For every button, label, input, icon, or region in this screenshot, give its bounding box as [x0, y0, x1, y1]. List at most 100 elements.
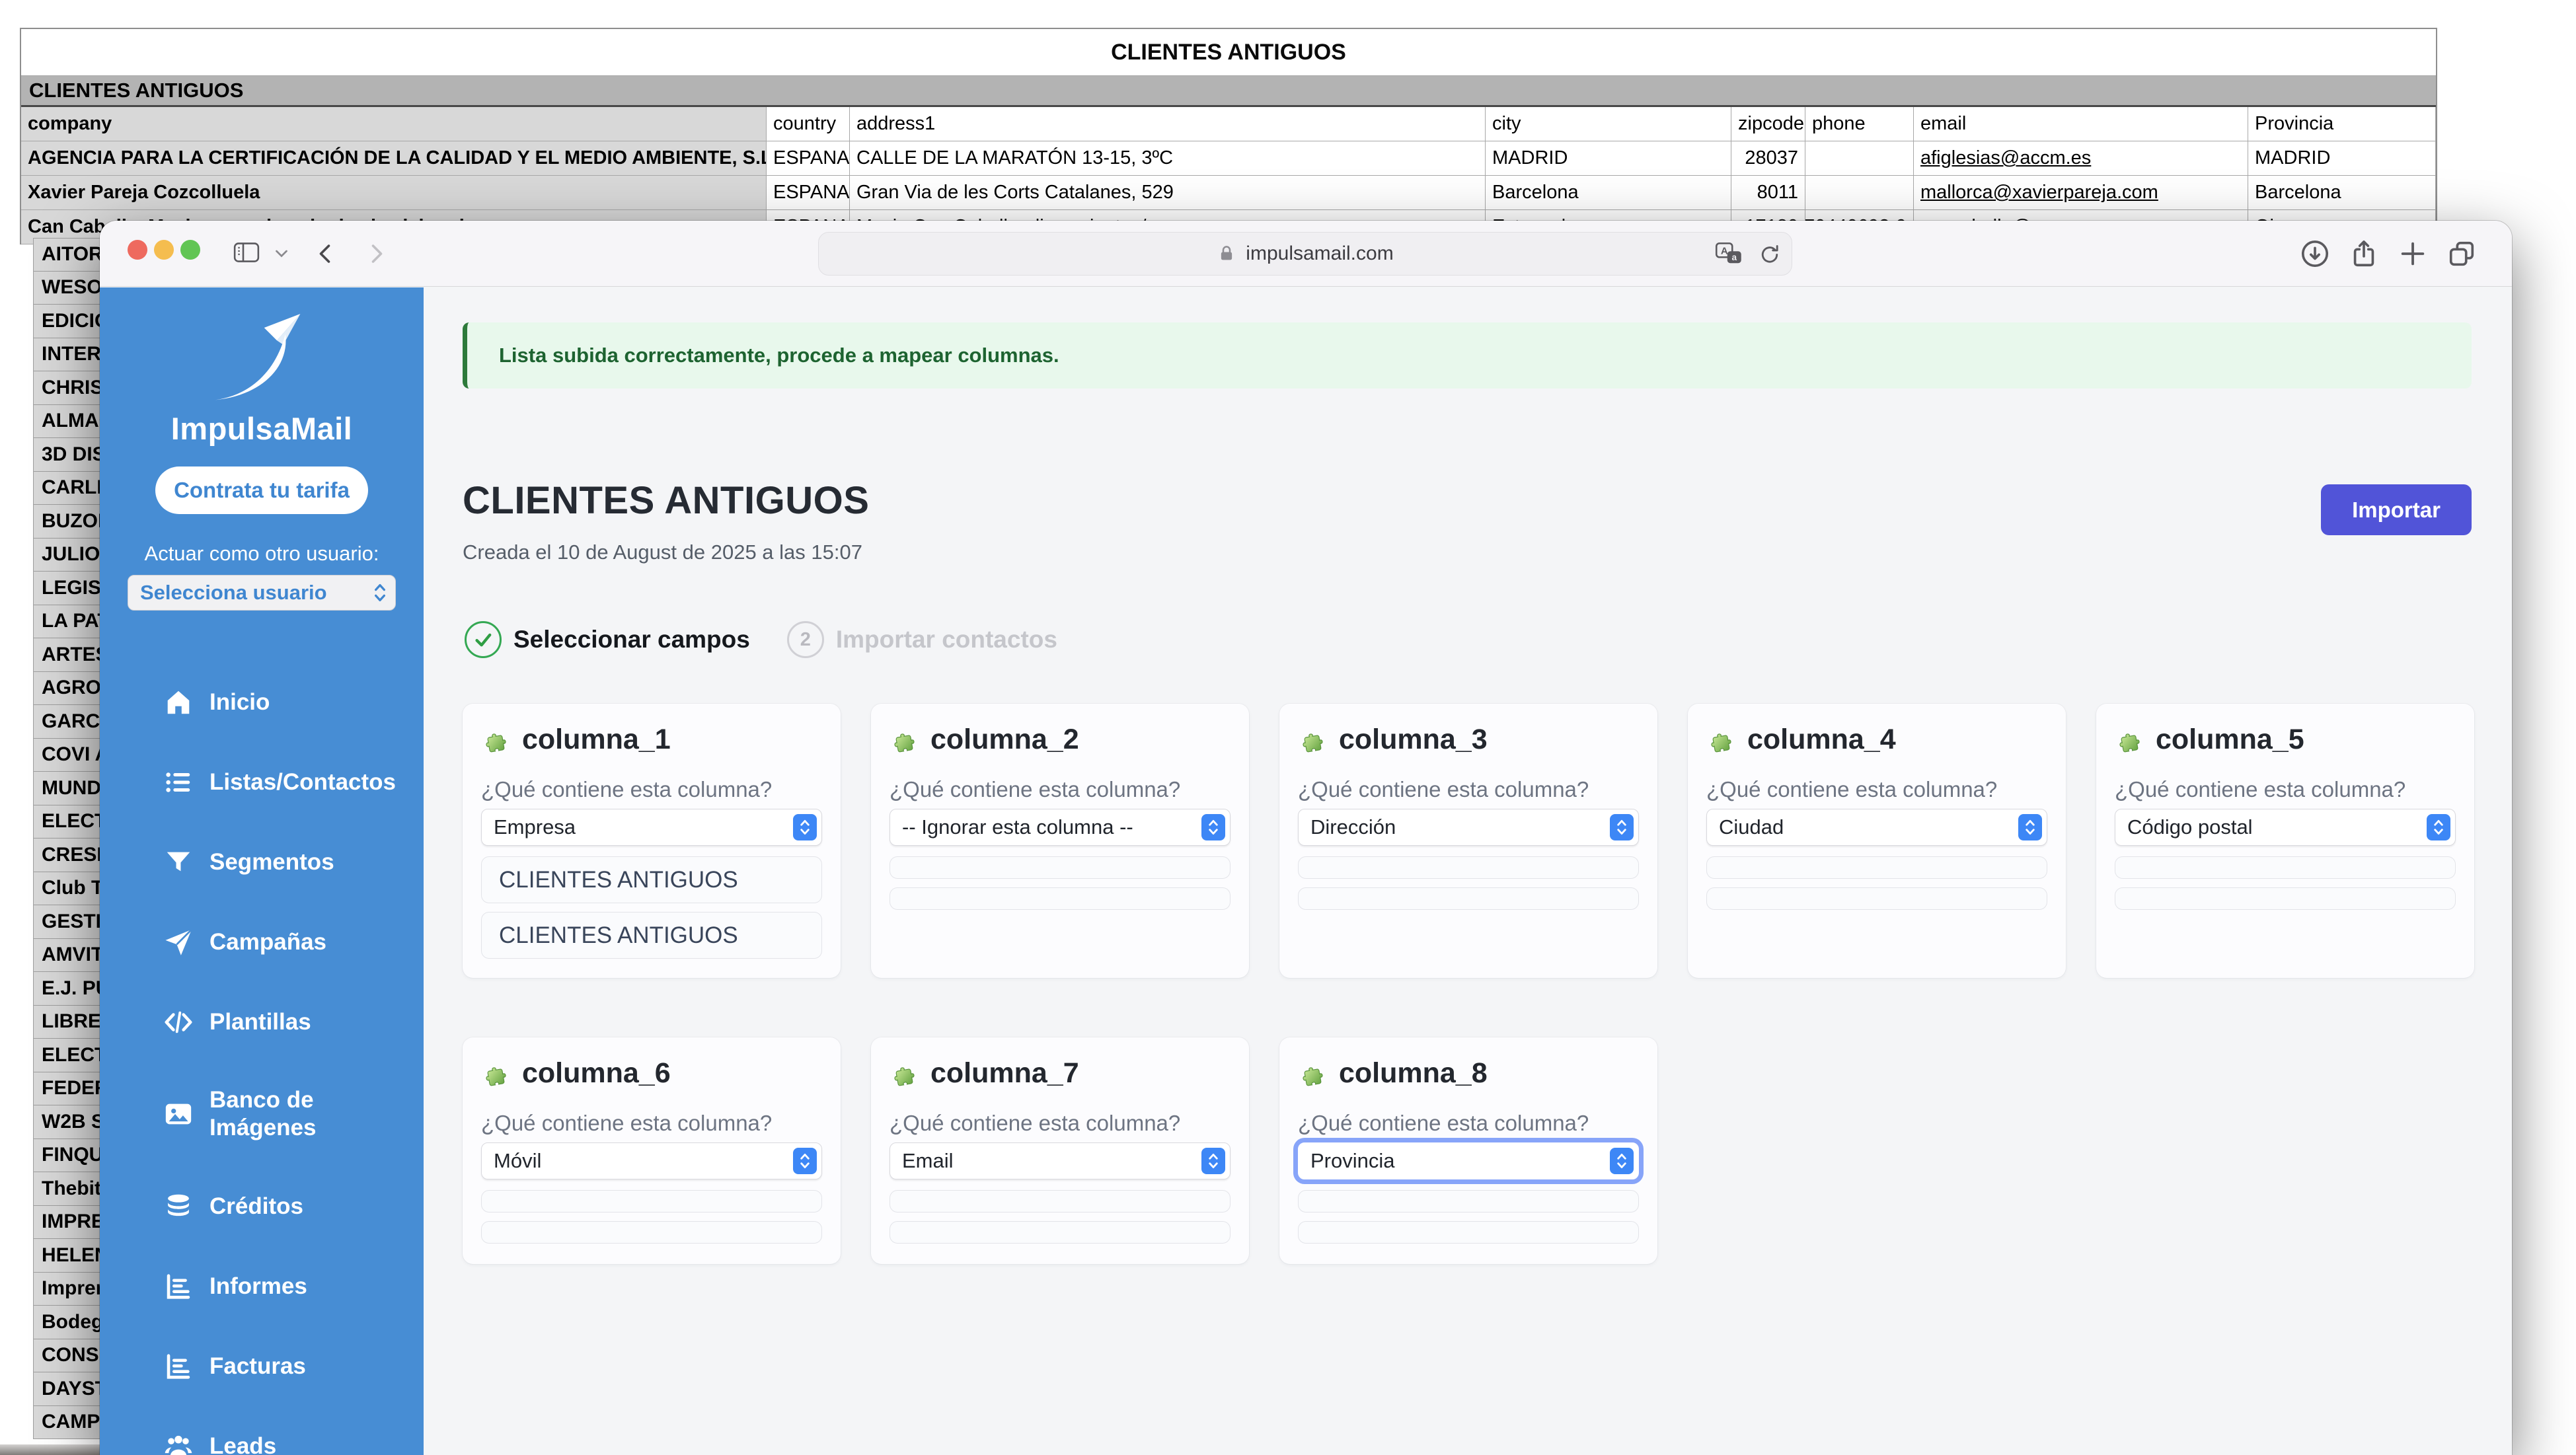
sheet-cell[interactable]: MADRID	[1486, 141, 1731, 175]
sheet-cell[interactable]: AGENCIA PARA LA CERTIFICACIÓN DE LA CALI…	[21, 141, 767, 175]
column-card-title: columna_4	[1747, 724, 1896, 756]
column-mapping-select[interactable]: Empresa	[481, 809, 822, 846]
sidebar-item-inicio[interactable]: Inicio	[100, 662, 424, 742]
sheet-cell[interactable]: company	[21, 107, 767, 141]
column-mapping-select[interactable]: -- Ignorar esta columna --	[890, 809, 1231, 846]
sidebar-item-banco-de-im-genes[interactable]: Banco de Imágenes	[100, 1062, 424, 1166]
translate-icon[interactable]: Aa	[1715, 242, 1743, 266]
column-mapping-value: Ciudad	[1719, 815, 1784, 839]
sidebar-item-informes[interactable]: Informes	[100, 1246, 424, 1326]
select-stepper-icon	[793, 814, 817, 840]
sheet-cell[interactable]: CALLE DE LA MARATÓN 13-15, 3ºC	[850, 141, 1486, 175]
user-select[interactable]: Selecciona usuario	[128, 575, 396, 611]
users-icon	[163, 1431, 194, 1455]
column-card-title: columna_5	[2156, 724, 2304, 756]
column-mapping-select[interactable]: Ciudad	[1706, 809, 2047, 846]
sample-value-box	[1706, 856, 2047, 879]
column-mapping-select[interactable]: Dirección	[1298, 809, 1639, 846]
sheet-cell[interactable]: Xavier Pareja Cozcolluela	[21, 176, 767, 209]
sidebar-item-label: Créditos	[209, 1193, 303, 1220]
sidebar-item-cr-ditos[interactable]: Créditos	[100, 1166, 424, 1246]
contract-plan-button[interactable]: Contrata tu tarifa	[155, 466, 368, 514]
column-mapping-select[interactable]: Provincia	[1298, 1142, 1639, 1179]
sidebar-item-listas-contactos[interactable]: Listas/Contactos	[100, 742, 424, 822]
back-icon[interactable]	[313, 235, 339, 272]
step-2-number: 2	[787, 621, 824, 658]
column-question: ¿Qué contiene esta columna?	[2115, 777, 2456, 802]
sidebar-item-facturas[interactable]: Facturas	[100, 1326, 424, 1406]
sheet-cell[interactable]: email	[1914, 107, 2248, 141]
sheet-cell[interactable]: Provincia	[2248, 107, 2436, 141]
page-title: CLIENTES ANTIGUOS	[463, 478, 869, 523]
forward-icon[interactable]	[363, 235, 389, 272]
sample-value-box	[890, 856, 1231, 879]
sheet-cell[interactable]: city	[1486, 107, 1731, 141]
sheet-cell[interactable]: 8011	[1731, 176, 1805, 209]
sheet-cell[interactable]: country	[767, 107, 850, 141]
sample-value-box	[890, 1190, 1231, 1212]
svg-text:a: a	[1731, 252, 1737, 262]
sheet-cell[interactable]: Barcelona	[1486, 176, 1731, 209]
sidebar-item-segmentos[interactable]: Segmentos	[100, 822, 424, 902]
column-card-header: columna_4	[1706, 724, 2047, 756]
sheet-cell[interactable]: Gran Via de les Corts Catalanes, 529	[850, 176, 1486, 209]
sidebar-toggle-icon[interactable]	[232, 238, 261, 267]
column-card-header: columna_3	[1298, 724, 1639, 756]
import-button[interactable]: Importar	[2321, 484, 2472, 535]
impulsamail-logo-icon	[201, 309, 323, 406]
sheet-cell[interactable]: Barcelona	[2248, 176, 2436, 209]
code-icon	[163, 1007, 194, 1037]
sheet-cell[interactable]	[1805, 141, 1914, 175]
column-card-columna_8: columna_8¿Qué contiene esta columna?Prov…	[1279, 1037, 1657, 1264]
sheet-cell[interactable]	[1805, 176, 1914, 209]
sidebar-item-campa-as[interactable]: Campañas	[100, 902, 424, 982]
address-bar[interactable]: impulsamail.com Aa	[818, 232, 1792, 276]
sidebar-item-label: Inicio	[209, 689, 270, 716]
sheet-cell[interactable]: address1	[850, 107, 1486, 141]
sheet-cell[interactable]: 28037	[1731, 141, 1805, 175]
select-stepper-icon	[2018, 814, 2042, 840]
column-card-columna_7: columna_7 ¿Qué contiene esta columna? Emai…	[871, 1037, 1249, 1264]
sheet-cell[interactable]: ESPANA	[767, 176, 850, 209]
tab-overview-icon[interactable]	[2444, 233, 2479, 275]
reload-icon[interactable]	[1759, 243, 1781, 265]
sheet-data-row: AGENCIA PARA LA CERTIFICACIÓN DE LA CALI…	[21, 141, 2436, 176]
sheet-cell[interactable]: MADRID	[2248, 141, 2436, 175]
column-card-title: columna_8	[1339, 1057, 1488, 1090]
sidebar-item-label: Facturas	[209, 1353, 306, 1380]
column-question: ¿Qué contiene esta columna?	[1706, 777, 2047, 802]
share-icon[interactable]	[2347, 233, 2381, 275]
column-mapping-select[interactable]: Código postal	[2115, 809, 2456, 846]
download-icon[interactable]	[2298, 233, 2332, 275]
new-tab-icon[interactable]	[2396, 233, 2430, 275]
close-button[interactable]	[128, 240, 147, 260]
sidebar-item-label: Campañas	[209, 928, 326, 956]
sidebar-item-plantillas[interactable]: Plantillas	[100, 982, 424, 1062]
step-1-label: Seleccionar campos	[513, 626, 750, 653]
created-date: Creada el 10 de August de 2025 a las 15:…	[463, 541, 862, 564]
column-mapping-value: Email	[902, 1149, 954, 1173]
sheet-cell[interactable]: ESPANA	[767, 141, 850, 175]
column-card-header: columna_7	[890, 1057, 1231, 1090]
column-question: ¿Qué contiene esta columna?	[481, 777, 822, 802]
step-1-check-icon	[465, 621, 502, 658]
zoom-button[interactable]	[180, 240, 200, 260]
chevron-down-icon[interactable]	[273, 244, 290, 262]
column-mapping-select[interactable]: Móvil	[481, 1142, 822, 1179]
column-question: ¿Qué contiene esta columna?	[890, 1111, 1231, 1136]
url-text: impulsamail.com	[1246, 243, 1393, 265]
sheet-cell[interactable]: zipcode	[1731, 107, 1805, 141]
sample-value-box	[1298, 1190, 1639, 1212]
list-icon	[163, 767, 194, 798]
column-mapping-select[interactable]: Email	[890, 1142, 1231, 1179]
sheet-cell[interactable]: afiglesias@accm.es	[1914, 141, 2248, 175]
column-card-header: columna_6	[481, 1057, 822, 1090]
sidebar-item-leads[interactable]: Leads	[100, 1406, 424, 1455]
sheet-cell[interactable]: mallorca@xavierpareja.com	[1914, 176, 2248, 209]
puzzle-icon	[890, 725, 920, 755]
minimize-button[interactable]	[154, 240, 174, 260]
column-card-columna_6: columna_6¿Qué contiene esta columna?Móvi…	[463, 1037, 841, 1264]
sample-value-box	[481, 1221, 822, 1244]
sheet-cell[interactable]: phone	[1805, 107, 1914, 141]
puzzle-icon	[890, 1059, 920, 1089]
